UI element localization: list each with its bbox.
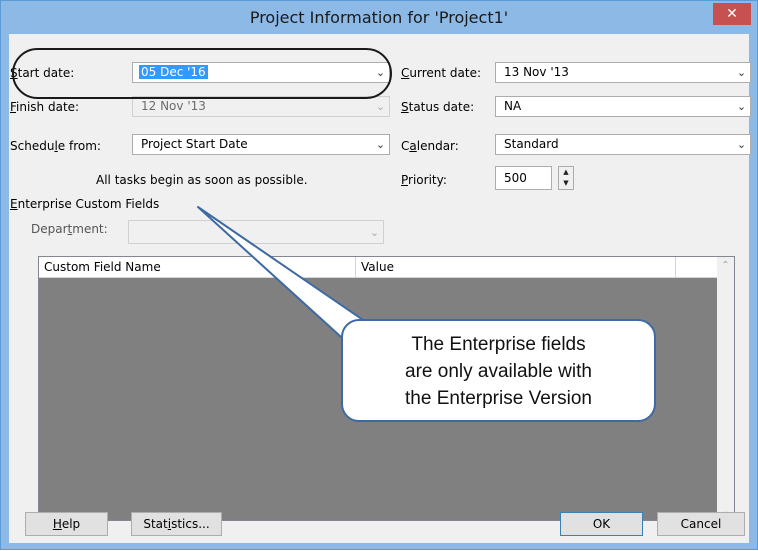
- callout-line-3: the Enterprise Version: [405, 388, 592, 409]
- callout-line-1: The Enterprise fields: [411, 334, 586, 355]
- callout-line-2: are only available with: [405, 361, 592, 382]
- enterprise-version-callout: The Enterprise fields are only available…: [341, 319, 656, 422]
- project-information-dialog: Project Information for 'Project1' ✕ Sta…: [0, 0, 758, 550]
- callout-pointer: [197, 206, 386, 347]
